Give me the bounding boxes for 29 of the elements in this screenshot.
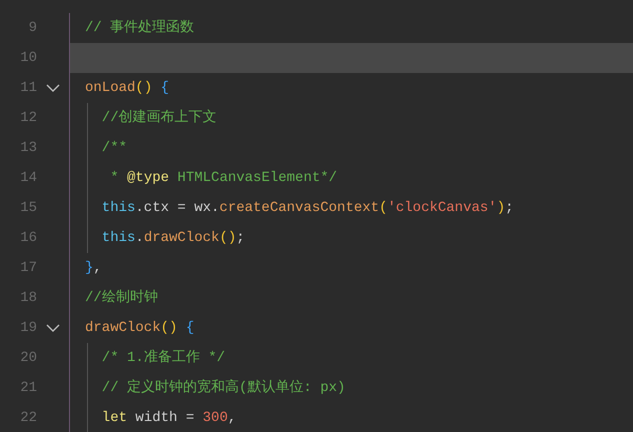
- code-line: //创建画布上下文: [102, 109, 217, 127]
- line-number: 16: [19, 230, 37, 246]
- code-line: //绘制时钟: [85, 289, 158, 307]
- line-number: 15: [19, 200, 37, 216]
- line-number: 12: [19, 110, 37, 126]
- line-number: 13: [19, 140, 37, 156]
- line-number: 18: [19, 290, 37, 306]
- code-line: onLoad() {: [85, 79, 170, 97]
- code-line: // 事件处理函数: [85, 19, 194, 37]
- code-line: this.drawClock();: [102, 229, 245, 247]
- fold-chevron-icon[interactable]: [46, 84, 60, 92]
- line-number: 14: [19, 170, 37, 186]
- code-line: },: [85, 259, 102, 277]
- line-number: 20: [19, 350, 37, 366]
- line-number: 21: [19, 380, 37, 396]
- line-number: 19: [19, 320, 37, 336]
- line-number: 10: [19, 50, 37, 66]
- line-number: 22: [19, 410, 37, 426]
- line-number: 9: [28, 20, 37, 36]
- fold-chevron-icon[interactable]: [46, 324, 60, 332]
- line-number: 11: [19, 80, 37, 96]
- code-line: this.ctx = wx.createCanvasContext('clockCanvas');: [102, 199, 514, 217]
- code-line: * @type HTMLCanvasElement*/: [109, 169, 338, 187]
- code-line: /* 1.准备工作 */: [102, 349, 226, 367]
- code-line: // 定义时钟的宽和高(默认单位: px): [102, 379, 346, 397]
- code-line: let width = 300,: [102, 409, 236, 427]
- line-number: 17: [19, 260, 37, 276]
- code-line: drawClock() {: [85, 319, 194, 337]
- code-line: /**: [102, 139, 128, 157]
